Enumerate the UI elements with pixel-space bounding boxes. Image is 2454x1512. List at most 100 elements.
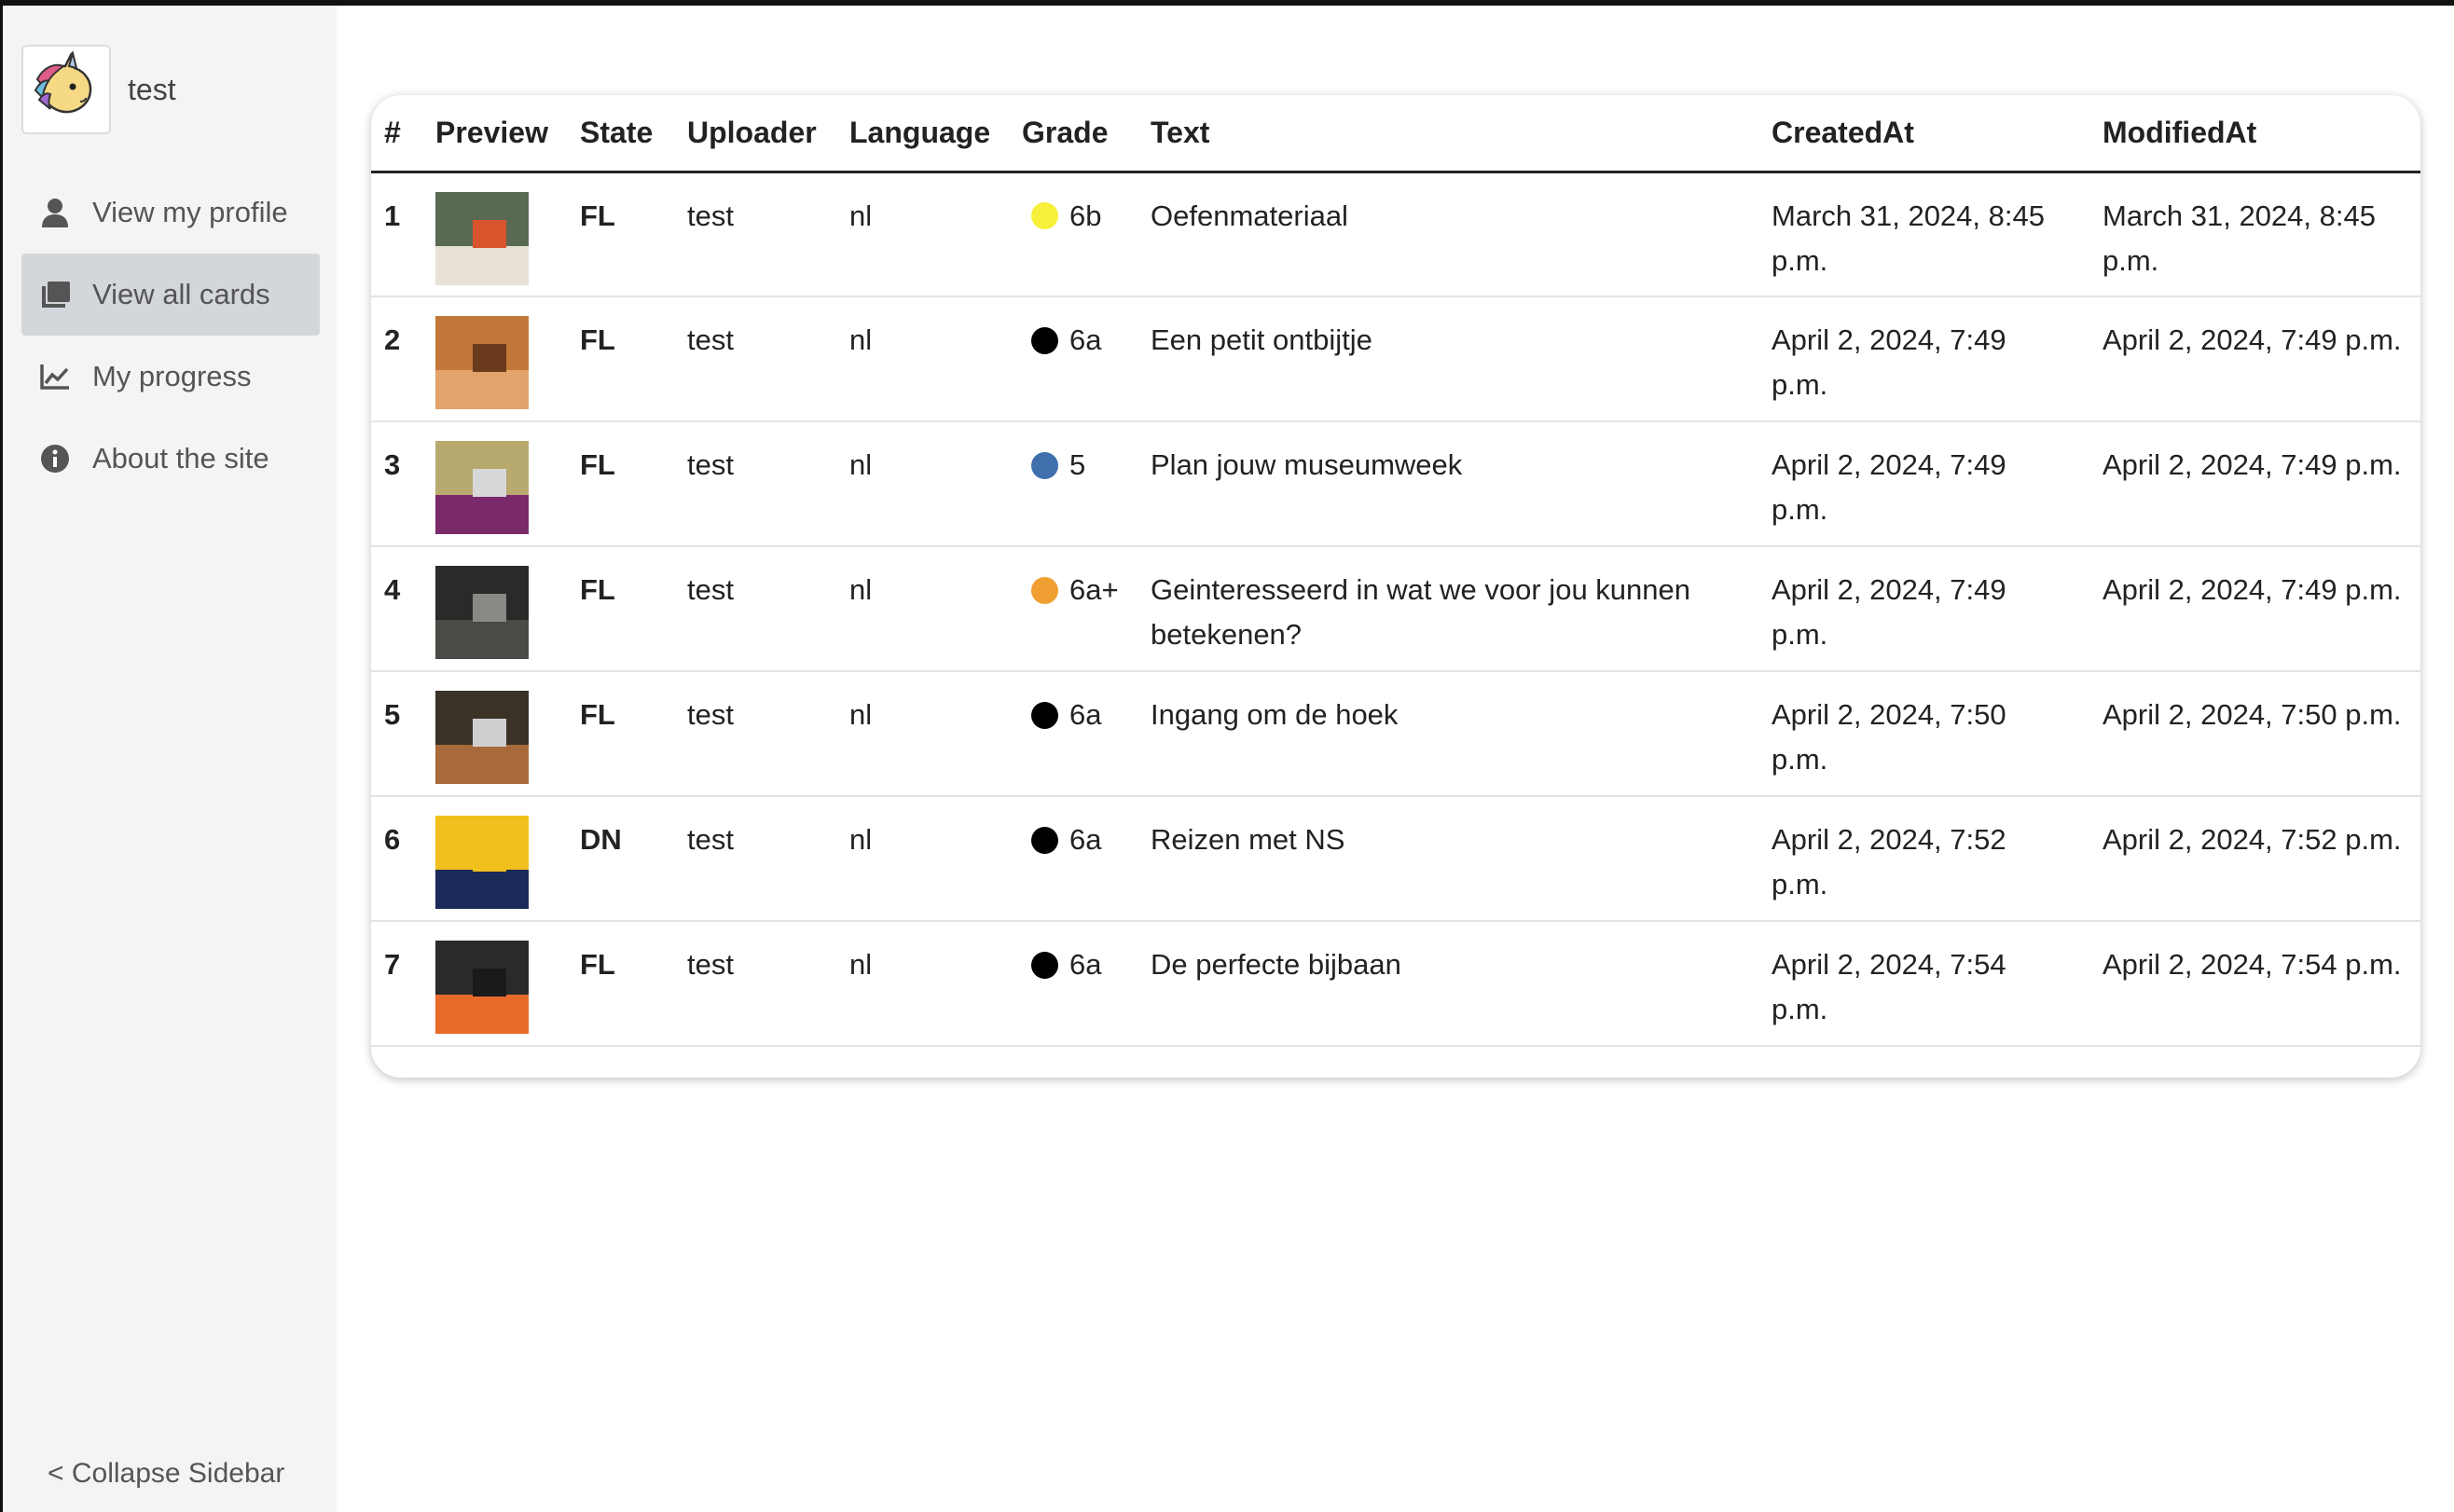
modified-at-cell: March 31, 2024, 8:45 p.m.: [2088, 172, 2420, 297]
state-cell: FL: [565, 421, 672, 547]
table-row[interactable]: 1 FL test nl 6b Oefenmateriaal March 31,…: [371, 172, 2420, 297]
card-preview-image[interactable]: [435, 691, 529, 784]
language-cell: nl: [834, 421, 1007, 547]
grade-label: 6a: [1069, 698, 1102, 731]
language-cell: nl: [834, 671, 1007, 797]
uploader-cell: test: [672, 296, 834, 422]
card-preview-image[interactable]: [435, 191, 529, 285]
unicorn-icon: [34, 51, 92, 114]
grade-cell: 6b: [1007, 172, 1136, 297]
grade-label: 6a+: [1069, 573, 1119, 606]
card-preview-image[interactable]: [435, 316, 529, 409]
uploader-cell: test: [672, 796, 834, 922]
grade-label: 6a: [1069, 823, 1102, 856]
text-cell: Oefenmateriaal: [1136, 172, 1757, 297]
grade-color-dot: [1031, 576, 1058, 604]
grade-label: 6b: [1069, 199, 1102, 232]
sidebar: test View my profile View all cards My p…: [3, 6, 337, 1512]
preview-cell[interactable]: [420, 671, 565, 797]
sidebar-item-label: My progress: [92, 360, 252, 392]
column-header-uploader[interactable]: Uploader: [672, 95, 834, 173]
state-cell: FL: [565, 172, 672, 297]
text-cell: Een petit ontbijtje: [1136, 296, 1757, 422]
language-cell: nl: [834, 546, 1007, 672]
grade-color-dot: [1031, 202, 1058, 229]
cards-table: # Preview State Uploader Language Grade …: [371, 95, 2420, 1047]
preview-cell[interactable]: [420, 796, 565, 922]
column-header-modified[interactable]: ModifiedAt: [2088, 95, 2420, 173]
text-cell: Plan jouw museumweek: [1136, 421, 1757, 547]
uploader-cell: test: [672, 172, 834, 297]
column-header-num[interactable]: #: [371, 95, 420, 173]
collapse-sidebar-button[interactable]: < Collapse Sidebar: [48, 1458, 284, 1490]
sidebar-item-about-the-site[interactable]: About the site: [21, 418, 320, 500]
created-at-cell: April 2, 2024, 7:49 p.m.: [1757, 546, 2088, 672]
uploader-cell: test: [672, 921, 834, 1047]
row-number: 2: [371, 296, 420, 422]
language-cell: nl: [834, 921, 1007, 1047]
grade-color-dot: [1031, 951, 1058, 979]
sidebar-item-view-all-cards[interactable]: View all cards: [21, 254, 320, 336]
table-row[interactable]: 6 DN test nl 6a Reizen met NS April 2, 2…: [371, 796, 2420, 922]
preview-cell[interactable]: [420, 546, 565, 672]
text-cell: Reizen met NS: [1136, 796, 1757, 922]
grade-color-dot: [1031, 326, 1058, 354]
column-header-text[interactable]: Text: [1136, 95, 1757, 173]
preview-cell[interactable]: [420, 172, 565, 297]
state-cell: FL: [565, 546, 672, 672]
uploader-cell: test: [672, 546, 834, 672]
card-preview-image[interactable]: [435, 816, 529, 909]
card-preview-image[interactable]: [435, 941, 529, 1034]
sidebar-item-label: About the site: [92, 442, 269, 474]
table-row[interactable]: 3 FL test nl 5 Plan jouw museumweek Apri…: [371, 421, 2420, 547]
sidebar-nav: View my profile View all cards My progre…: [21, 172, 320, 500]
language-cell: nl: [834, 172, 1007, 297]
column-header-state[interactable]: State: [565, 95, 672, 173]
text-cell: Geinteresseerd in wat we voor jou kunnen…: [1136, 546, 1757, 672]
table-row[interactable]: 7 FL test nl 6a De perfecte bijbaan Apri…: [371, 921, 2420, 1047]
column-header-created[interactable]: CreatedAt: [1757, 95, 2088, 173]
chart-line-icon: [38, 360, 72, 393]
state-cell: DN: [565, 796, 672, 922]
created-at-cell: April 2, 2024, 7:50 p.m.: [1757, 671, 2088, 797]
uploader-cell: test: [672, 671, 834, 797]
grade-cell: 5: [1007, 421, 1136, 547]
card-preview-image[interactable]: [435, 441, 529, 534]
preview-cell[interactable]: [420, 921, 565, 1047]
user-header[interactable]: test: [21, 43, 176, 136]
column-header-preview[interactable]: Preview: [420, 95, 565, 173]
grade-cell: 6a+: [1007, 546, 1136, 672]
table-row[interactable]: 2 FL test nl 6a Een petit ontbijtje Apri…: [371, 296, 2420, 422]
column-header-language[interactable]: Language: [834, 95, 1007, 173]
avatar: [21, 45, 111, 134]
created-at-cell: March 31, 2024, 8:45 p.m.: [1757, 172, 2088, 297]
preview-cell[interactable]: [420, 421, 565, 547]
card-preview-image[interactable]: [435, 566, 529, 659]
state-cell: FL: [565, 921, 672, 1047]
grade-label: 5: [1069, 448, 1086, 481]
user-icon: [38, 196, 72, 229]
grade-color-dot: [1031, 701, 1058, 729]
grade-cell: 6a: [1007, 671, 1136, 797]
state-cell: FL: [565, 671, 672, 797]
state-cell: FL: [565, 296, 672, 422]
row-number: 5: [371, 671, 420, 797]
table-header-row: # Preview State Uploader Language Grade …: [371, 95, 2420, 173]
cards-table-card: # Preview State Uploader Language Grade …: [371, 95, 2420, 1078]
table-row[interactable]: 5 FL test nl 6a Ingang om de hoek April …: [371, 671, 2420, 797]
sidebar-item-view-my-profile[interactable]: View my profile: [21, 172, 320, 254]
row-number: 4: [371, 546, 420, 672]
table-row[interactable]: 4 FL test nl 6a+ Geinteresseerd in wat w…: [371, 546, 2420, 672]
info-icon: [38, 442, 72, 475]
grade-color-dot: [1031, 826, 1058, 854]
grade-color-dot: [1031, 451, 1058, 479]
uploader-cell: test: [672, 421, 834, 547]
sidebar-item-my-progress[interactable]: My progress: [21, 336, 320, 418]
preview-cell[interactable]: [420, 296, 565, 422]
grade-cell: 6a: [1007, 921, 1136, 1047]
column-header-grade[interactable]: Grade: [1007, 95, 1136, 173]
row-number: 6: [371, 796, 420, 922]
row-number: 7: [371, 921, 420, 1047]
language-cell: nl: [834, 796, 1007, 922]
text-cell: De perfecte bijbaan: [1136, 921, 1757, 1047]
